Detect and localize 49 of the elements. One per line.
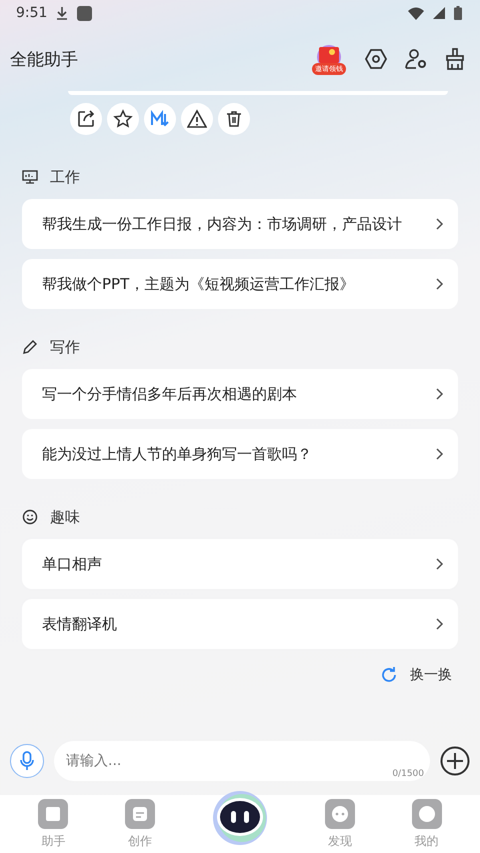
smile-icon	[22, 509, 38, 525]
section-title: 写作	[50, 338, 80, 356]
section-title: 趣味	[50, 508, 80, 526]
refresh-button[interactable]: 换一换	[374, 665, 458, 685]
app-title: 全能助手	[10, 48, 78, 70]
chevron-icon	[436, 618, 444, 630]
refresh-icon	[380, 666, 398, 684]
star-icon	[113, 109, 133, 129]
delete-button[interactable]	[218, 103, 250, 135]
chevron-icon	[436, 388, 444, 400]
chevron-icon	[436, 558, 444, 570]
add-icon[interactable]	[440, 746, 470, 776]
trash-icon	[224, 109, 244, 129]
section-title: 工作	[50, 168, 80, 186]
signal-icon	[433, 7, 445, 19]
broom-icon[interactable]	[444, 48, 466, 70]
app-icon	[77, 6, 92, 20]
prompt-item[interactable]: 表情翻译机	[22, 599, 458, 649]
tab-icon	[412, 798, 442, 828]
microphone-icon	[20, 751, 34, 771]
chevron-icon	[436, 448, 444, 460]
tab-icon	[324, 798, 355, 828]
prompt-item[interactable]: 单口相声	[22, 539, 458, 589]
report-button[interactable]	[181, 103, 213, 135]
prompt-item[interactable]: 帮我做个PPT，主题为《短视频运营工作汇报》	[22, 259, 458, 309]
status-time: 9:51	[16, 5, 48, 21]
share-icon	[76, 109, 96, 129]
tab-icon	[38, 798, 68, 828]
favorite-button[interactable]	[107, 103, 139, 135]
tab-icon	[125, 798, 156, 828]
voice-button[interactable]	[10, 744, 44, 778]
share-button[interactable]	[70, 103, 102, 135]
pencil-icon	[22, 339, 38, 355]
prompt-item[interactable]: 帮我生成一份工作日报，内容为：市场调研，产品设计	[22, 199, 458, 249]
prompt-item[interactable]: 能为没过上情人节的单身狗写一首歌吗？	[22, 429, 458, 479]
monitor-icon	[22, 169, 38, 185]
wifi-icon	[408, 6, 424, 20]
robot-button[interactable]	[212, 790, 268, 846]
char-counter: 0/1500	[392, 769, 424, 779]
prompt-item[interactable]: 写一个分手情侣多年后再次相遇的剧本	[22, 369, 458, 419]
battery-icon	[454, 6, 462, 20]
chevron-icon	[436, 218, 444, 230]
download-icon	[56, 6, 68, 20]
user-settings-icon[interactable]	[404, 47, 428, 71]
settings-icon[interactable]	[364, 47, 388, 71]
markdown-icon	[150, 109, 170, 129]
chevron-icon	[436, 278, 444, 290]
markdown-button[interactable]	[144, 103, 176, 135]
warning-icon	[187, 109, 207, 129]
